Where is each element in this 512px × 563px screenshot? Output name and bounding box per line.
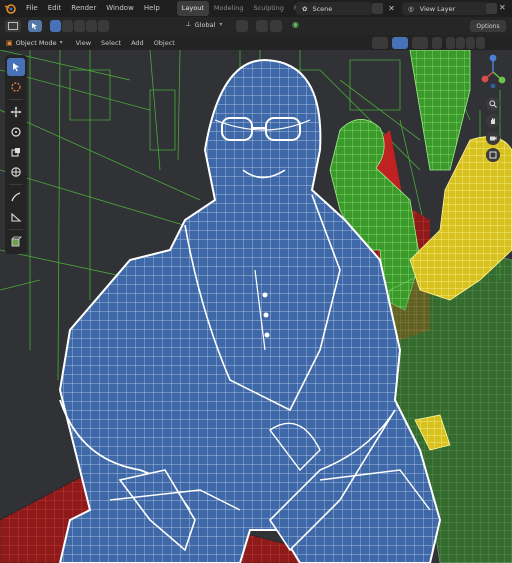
annotate-icon [11,192,21,202]
view-layer-label: View Layer [419,4,456,13]
xray-toggle-icon[interactable] [432,37,442,49]
scene-icon: ✿ [302,4,308,13]
visibility-icon[interactable] [372,37,388,49]
menu-select[interactable]: Select [96,39,126,47]
view-layer-close-icon[interactable]: ✕ [499,3,506,12]
select-mode-icon[interactable] [28,20,42,32]
tab-layout[interactable]: Layout [176,1,209,16]
tool-move[interactable] [7,103,25,121]
scale-icon [11,148,20,157]
tool-select-box[interactable] [7,58,25,76]
chevron-down-icon: ▾ [59,39,63,46]
material-shading-icon[interactable] [466,37,475,49]
chevron-down-icon: ▾ [219,21,223,28]
pan-hand-icon[interactable] [486,114,500,128]
shading-mode-group [446,37,485,49]
tool-cursor[interactable] [7,78,25,96]
scene-new-icon[interactable] [372,3,383,14]
tool-annotate[interactable] [7,188,25,206]
overlay-toggle-icon[interactable] [412,37,428,49]
tool-rotate[interactable] [7,123,25,141]
proportional-edit-icon[interactable]: ◉ [292,20,304,32]
toolbar-divider [9,99,23,100]
measure-icon [11,212,22,222]
tool-settings-header: ⟂ Global ▾ ◉ Options [0,17,512,36]
toolbar-divider [9,229,23,230]
tool-add-cube[interactable] [7,233,25,251]
menu-help[interactable]: Help [139,0,165,17]
menu-file[interactable]: File [21,0,43,17]
view-layer-selector[interactable]: ◎ View Layer [402,2,488,15]
mode-invert-icon[interactable] [86,20,97,32]
3d-viewport[interactable] [0,50,512,563]
tool-scale[interactable] [7,143,25,161]
menu-render[interactable]: Render [66,0,101,17]
transform-orientation[interactable]: ⟂ Global ▾ [186,20,222,29]
blender-logo-icon[interactable] [3,2,17,16]
camera-view-icon[interactable] [486,131,500,145]
mode-intersect-icon[interactable] [98,20,109,32]
3d-cursor-icon [11,82,21,92]
toolbar-divider [9,184,23,185]
tool-transform[interactable] [7,163,25,181]
selection-mode-group [50,20,109,32]
solid-shading-icon[interactable] [456,37,465,49]
axis-gizmo[interactable] [480,52,506,92]
tool-shelf [5,55,27,254]
rendered-shading-icon[interactable] [476,37,485,49]
menu-window[interactable]: Window [101,0,139,17]
mode-extend-icon[interactable] [62,20,73,32]
add-cube-icon [11,236,22,247]
orientation-icon: ⟂ [186,20,191,28]
perspective-toggle-icon[interactable] [486,148,500,162]
navigation-gizmo [480,52,506,165]
viewport-scene [0,50,512,563]
mode-subtract-icon[interactable] [74,20,85,32]
view-layer-icon: ◎ [408,4,414,13]
options-button[interactable]: Options [470,20,506,32]
zoom-icon[interactable] [486,97,500,111]
menu-object[interactable]: Object [149,39,180,47]
top-bar: File Edit Render Window Help Layout Mode… [0,0,512,17]
rotate-icon [11,127,21,137]
editor-type-icon[interactable] [5,20,21,32]
menu-edit[interactable]: Edit [43,0,67,17]
scene-label: Scene [312,4,333,13]
object-mode-icon: ▣ [6,38,13,47]
options-label: Options [476,22,500,30]
snap-icon[interactable] [256,20,268,32]
pivot-icon[interactable] [236,20,248,32]
cursor-icon [13,63,19,72]
scene-selector[interactable]: ✿ Scene [296,2,372,15]
viewport-header: ▣ Object Mode ▾ View Select Add Object [0,35,512,50]
mode-selector[interactable]: ▣ Object Mode ▾ [6,39,63,47]
snap-target-icon[interactable] [270,20,282,32]
menu-view[interactable]: View [71,39,96,47]
gizmo-toggle-icon[interactable] [392,37,408,49]
wireframe-shading-icon[interactable] [446,37,455,49]
view-layer-new-icon[interactable] [486,3,497,14]
menu-add[interactable]: Add [126,39,149,47]
mode-label: Object Mode [15,38,57,47]
mode-set-icon[interactable] [50,20,61,32]
transform-icon [11,167,21,177]
orientation-value: Global [194,20,216,29]
viewport-overlay-controls [372,37,485,49]
tab-modeling[interactable]: Modeling [209,1,249,16]
green-figure-back [409,50,471,171]
tool-measure[interactable] [7,208,25,226]
tab-sculpting[interactable]: Sculpting [248,1,288,16]
move-icon [10,106,22,118]
scene-close-icon[interactable]: ✕ [386,3,397,14]
